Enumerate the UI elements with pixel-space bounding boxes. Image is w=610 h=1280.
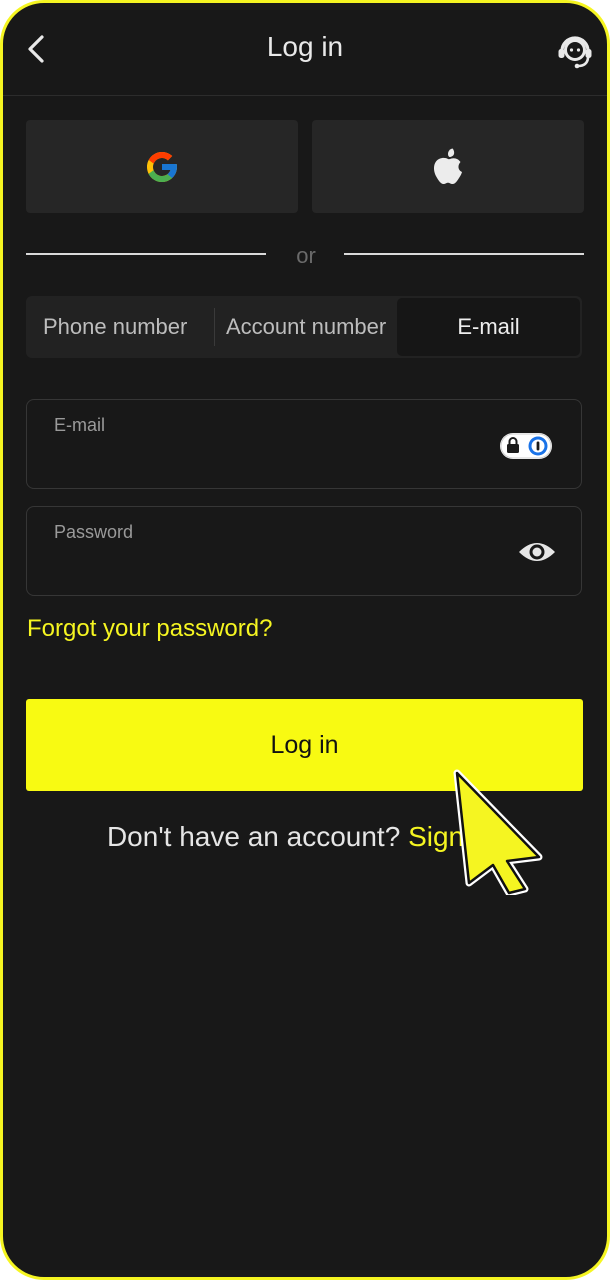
- top-bar: Log in: [3, 3, 607, 96]
- tab-email[interactable]: E-mail: [397, 298, 580, 356]
- lock-key-icon: [500, 433, 552, 459]
- apple-logo-icon: [433, 148, 462, 184]
- tab-phone-number[interactable]: Phone number: [26, 296, 214, 358]
- tab-separator: [214, 308, 215, 346]
- tab-account-number[interactable]: Account number: [216, 296, 396, 358]
- phone-frame: Log in or Phone number Account number E-…: [0, 0, 610, 1280]
- login-method-tabs: Phone number Account number E-mail: [26, 296, 582, 358]
- divider-text: or: [296, 243, 316, 268]
- apple-login-button[interactable]: [312, 120, 584, 213]
- support-button[interactable]: [553, 27, 597, 71]
- google-logo-icon: [147, 151, 177, 182]
- google-login-button[interactable]: [26, 120, 298, 213]
- eye-icon[interactable]: [517, 537, 557, 567]
- email-field[interactable]: E-mail: [26, 399, 582, 489]
- password-field-label: Password: [54, 522, 134, 542]
- page-title: Log in: [266, 31, 344, 62]
- divider-line-left: [26, 253, 266, 255]
- signup-prompt: Don't have an account?: [106, 821, 401, 852]
- signup-row: Don't have an account? Sign up: [3, 821, 607, 853]
- email-field-label: E-mail: [54, 415, 106, 435]
- headset-support-icon: [558, 36, 592, 69]
- login-button[interactable]: Log in: [26, 699, 583, 791]
- password-manager-icon[interactable]: [500, 433, 552, 459]
- forgot-password-link[interactable]: Forgot your password?: [27, 615, 272, 643]
- divider-line-right: [344, 253, 584, 255]
- signup-link[interactable]: Sign up: [408, 821, 503, 852]
- password-field[interactable]: Password: [26, 506, 582, 596]
